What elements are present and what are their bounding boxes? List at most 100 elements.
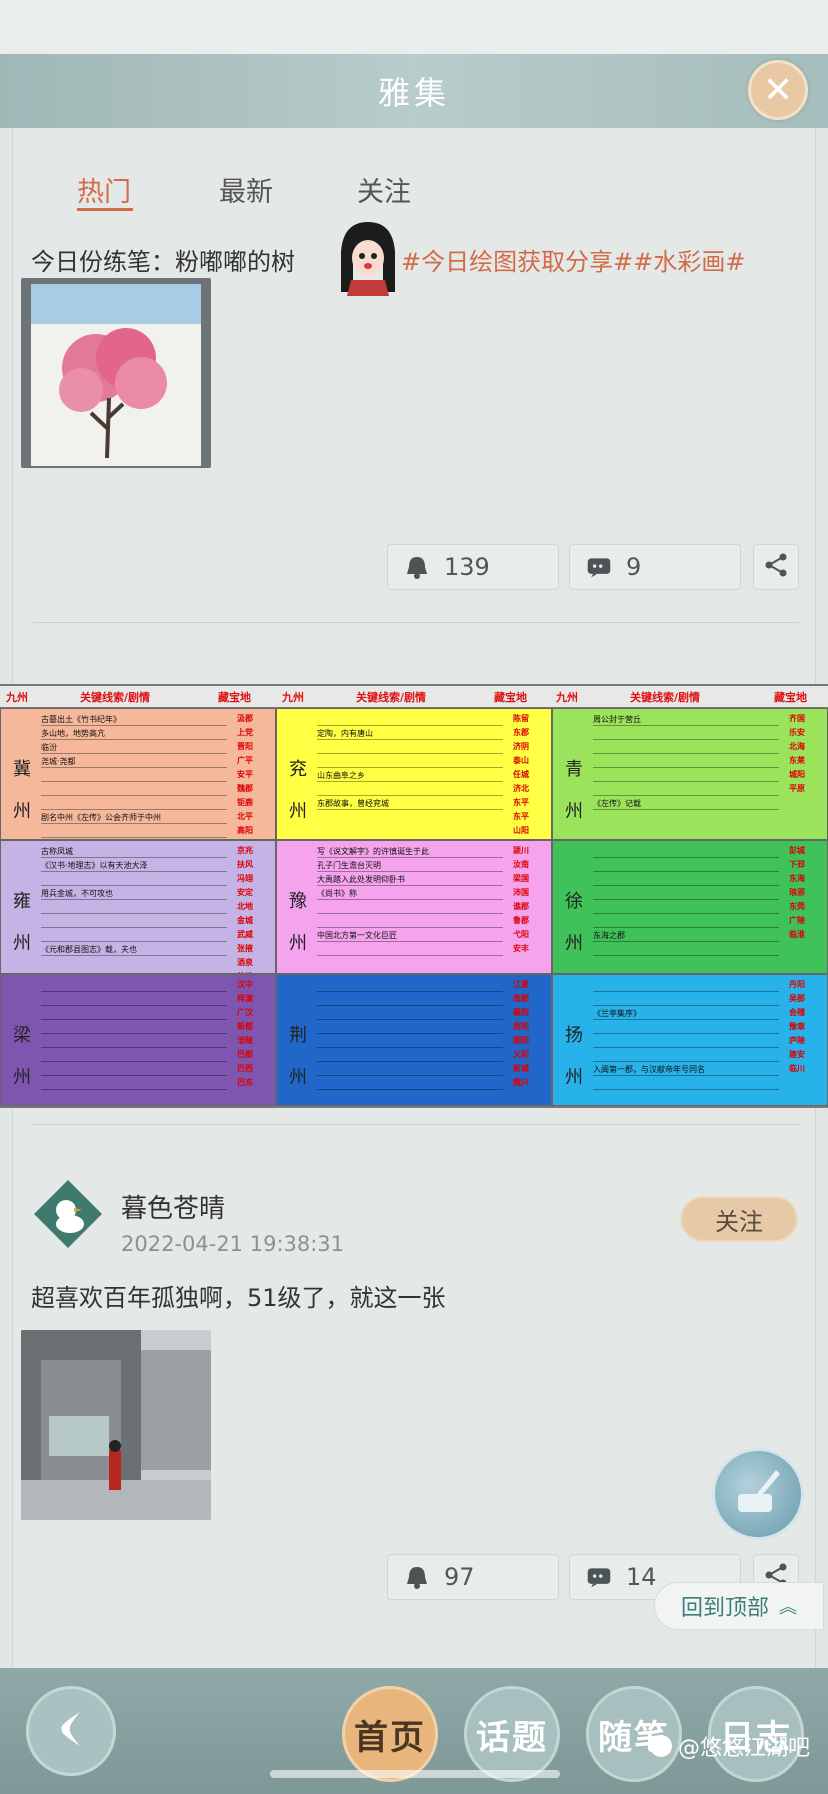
follow-button[interactable]: 关注 — [680, 1196, 798, 1242]
treasure-city: 高阳 — [237, 826, 253, 835]
treasure-city: 魏兴 — [513, 1078, 529, 1087]
treasure-city: 城阳 — [789, 770, 805, 779]
table-row — [593, 859, 779, 872]
table-row — [41, 825, 227, 838]
treasure-city: 涪陵 — [237, 1036, 253, 1045]
username[interactable]: 暮色苍晴 — [121, 1188, 225, 1225]
like-count: 139 — [444, 553, 490, 581]
table-row — [317, 741, 503, 754]
table-row — [41, 1021, 227, 1034]
back-to-top-label: 回到顶部 — [680, 1596, 769, 1621]
table-row: 用兵金城，不可攻也 — [41, 887, 227, 900]
table-row — [317, 755, 503, 768]
table-row: 《兰亭集序》 — [593, 1007, 779, 1020]
weibo-logo-icon — [650, 1735, 672, 1757]
region-block: 豫 州 写《说文解字》的许慎诞生于此 孔子门生澹台灭明 大禹踏入此处发明仰卧书 《尚书》… — [276, 840, 552, 974]
table-row — [317, 1049, 503, 1062]
region-name: 徐 州 — [565, 891, 583, 954]
treasure-city: 济北 — [513, 784, 529, 793]
treasure-city: 彭城 — [789, 846, 805, 855]
table-row — [317, 1063, 503, 1076]
post-text: 今日份练笔：粉嘟嘟的树 — [31, 248, 295, 276]
table-row: 临汾 — [41, 741, 227, 754]
like-button[interactable]: 97 — [387, 1554, 559, 1600]
post-hashtags[interactable]: #今日绘图获取分享##水彩画# — [401, 242, 745, 277]
table-row: 写《说文解字》的许慎诞生于此 — [317, 845, 503, 858]
close-button[interactable]: ✕ — [748, 60, 808, 120]
tab-latest[interactable]: 最新 — [219, 170, 273, 209]
post-image-blossom-tree[interactable] — [21, 278, 211, 468]
table-row — [593, 755, 779, 768]
treasure-city: 扶风 — [237, 860, 253, 869]
region-block: 冀 州 古墓出土《竹书纪年》 多山地，地势高亢 临汾 尧城·尧都 剧名中州《左传》公会齐师… — [0, 708, 276, 840]
treasure-city: 临淮 — [789, 930, 805, 939]
treasure-city: 京兆 — [237, 846, 253, 855]
treasure-city: 钜鹿 — [237, 798, 253, 807]
region-name: 豫 州 — [289, 891, 307, 954]
treasure-city: 顺阳 — [513, 1036, 529, 1045]
table-row: 《元和郡县图志》载，夫也 — [41, 943, 227, 956]
region-block: 梁 州 汉中 梓潼 广汉 新都 涪陵 巴郡 巴西 巴东 — [0, 974, 276, 1106]
table-row — [317, 783, 503, 796]
tab-bar: 热门 最新 关注 — [13, 158, 817, 218]
table-row — [317, 1077, 503, 1090]
nav-topics[interactable]: 话题 — [464, 1686, 560, 1782]
region-block: 扬 州《兰亭集序》 入闽第一郡，与汉献帝年号同名 丹阳 吴郡 会稽 豫章 庐陵 建安 临川 — [552, 974, 828, 1106]
header-region: 九州 — [6, 691, 28, 704]
table-row: 《尚书》称 — [317, 887, 503, 900]
back-button[interactable] — [26, 1686, 116, 1776]
region-block: 青 州 周公封于营丘 《左传》记载 齐国 乐安 北海 东莱 城阳 平原 — [552, 708, 828, 840]
treasure-city: 江夏 — [513, 980, 529, 989]
table-row — [593, 1021, 779, 1034]
close-icon: ✕ — [762, 69, 794, 111]
treasure-city: 建安 — [789, 1050, 805, 1059]
treasure-city: 吴郡 — [789, 994, 805, 1003]
treasure-city: 丹阳 — [789, 980, 805, 989]
like-button[interactable]: 139 — [387, 544, 559, 590]
table-row — [41, 873, 227, 886]
treasure-city: 南郡 — [513, 994, 529, 1003]
comment-button[interactable]: 9 — [569, 544, 741, 590]
region-name: 兖 州 — [289, 759, 307, 822]
treasure-city: 汝南 — [513, 860, 529, 869]
header-treasure: 藏宝地 — [218, 691, 251, 704]
table-row — [317, 713, 503, 726]
share-button[interactable] — [753, 544, 799, 590]
treasure-city: 鲁郡 — [513, 916, 529, 925]
table-row — [41, 769, 227, 782]
table-row — [317, 979, 503, 992]
timestamp: 2022-04-21 19:38:31 — [121, 1232, 345, 1256]
table-row: 《汉书·地理志》以有天池大泽 — [41, 859, 227, 872]
header-clues: 关键线索/剧情 — [80, 691, 151, 704]
back-to-top-button[interactable]: 回到顶部 ︽ — [654, 1582, 824, 1630]
user-avatar[interactable] — [34, 1180, 102, 1248]
treasure-city: 金城 — [237, 916, 253, 925]
treasure-city: 新城 — [513, 1064, 529, 1073]
nav-home[interactable]: 首页 — [342, 1686, 438, 1782]
back-arrow-icon — [46, 1704, 96, 1758]
treasure-city: 魏郡 — [237, 784, 253, 793]
treasure-city: 东海 — [789, 874, 805, 883]
treasure-city: 谯郡 — [513, 902, 529, 911]
treasure-city: 东平 — [513, 812, 529, 821]
table-row — [593, 873, 779, 886]
treasure-city: 豫章 — [789, 1022, 805, 1031]
table-row — [317, 943, 503, 956]
post-text: 超喜欢百年孤独啊，51级了，就这一张 — [31, 1284, 446, 1312]
girl-sticker — [333, 218, 403, 298]
treasure-city: 东郡 — [513, 728, 529, 737]
tab-follow[interactable]: 关注 — [357, 170, 411, 209]
treasure-city: 弋阳 — [513, 930, 529, 939]
like-count: 97 — [444, 1563, 475, 1591]
region-name: 梁 州 — [13, 1025, 31, 1088]
post-image-street-scene[interactable] — [21, 1330, 211, 1520]
tab-hot[interactable]: 热门 — [77, 170, 131, 209]
table-row — [317, 901, 503, 914]
table-row — [593, 1035, 779, 1048]
treasure-city: 北海 — [789, 742, 805, 751]
watermark-text: @悠悠江湖吧 — [678, 1736, 811, 1761]
table-row — [593, 727, 779, 740]
write-post-button[interactable] — [712, 1448, 804, 1540]
table-row — [41, 1063, 227, 1076]
quill-scroll-icon — [730, 1464, 786, 1524]
